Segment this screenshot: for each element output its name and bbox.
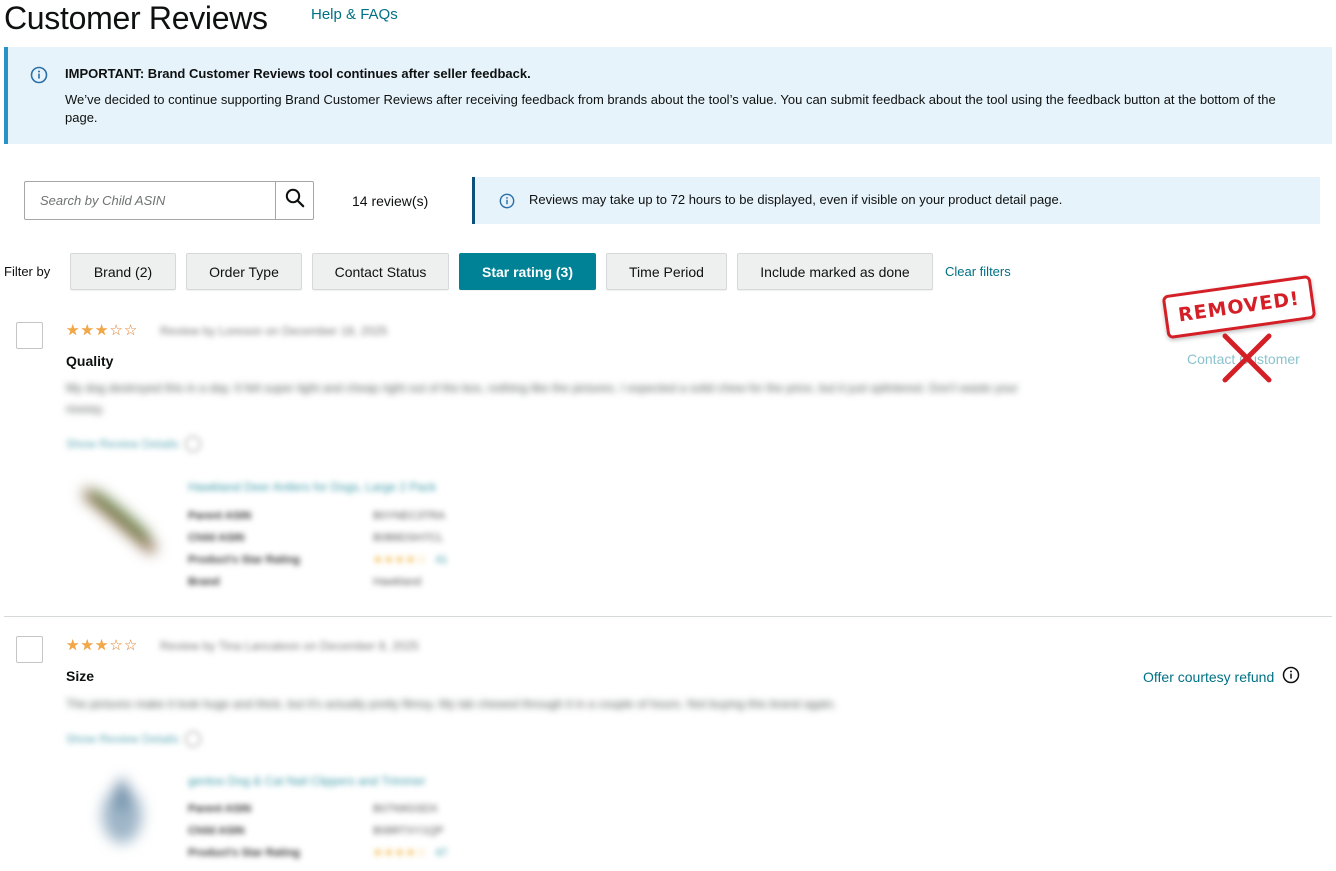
offer-courtesy-refund-label: Offer courtesy refund	[1143, 668, 1275, 685]
notice-title: IMPORTANT: Brand Customer Reviews tool c…	[65, 66, 531, 81]
star-outline-icon: ☆	[109, 322, 123, 339]
review-count: 14 review(s)	[352, 193, 429, 209]
review-select-checkbox[interactable]	[16, 636, 43, 663]
review-meta: Review by Loreson on December 18, 2025	[160, 324, 388, 338]
page-header: Customer Reviews	[4, 0, 268, 36]
review-heading: Size	[66, 668, 95, 684]
product-detail-value: Hawkland	[373, 576, 422, 588]
info-icon	[30, 66, 48, 89]
product-details: Parent ASIN B0YNEC3TRA Child ASIN B0B8DSH7…	[188, 505, 448, 593]
clear-filters-link[interactable]: Clear filters	[945, 264, 1011, 279]
info-icon	[184, 731, 201, 747]
star-outline-icon: ☆	[109, 637, 123, 654]
search-button[interactable]	[275, 182, 313, 219]
show-review-details-link[interactable]: Show Review Details	[66, 436, 201, 452]
offer-courtesy-refund-link[interactable]: Offer courtesy refund	[1143, 666, 1300, 687]
product-thumbnail	[82, 770, 162, 855]
filter-include-marked-done-button[interactable]: Include marked as done	[737, 253, 933, 290]
star-icon: ★	[94, 322, 109, 339]
review-select-checkbox[interactable]	[16, 322, 43, 349]
product-detail-key: Child ASIN	[188, 532, 245, 544]
red-cross-icon	[1219, 332, 1275, 389]
alert-text: Reviews may take up to 72 hours to be di…	[529, 192, 1063, 207]
product-detail-value: B07N9GSDX	[373, 803, 438, 815]
review-heading: Quality	[66, 353, 114, 369]
display-delay-alert: Reviews may take up to 72 hours to be di…	[472, 177, 1320, 224]
filter-star-rating-button[interactable]: Star rating (3)	[459, 253, 596, 290]
review-body: My dog destroyed this in a day. It felt …	[66, 381, 1018, 416]
filter-time-period-button[interactable]: Time Period	[606, 253, 727, 290]
product-star-rating: ★★★★☆	[373, 847, 428, 859]
star-icon: ★	[80, 637, 94, 654]
star-icon: ★	[94, 637, 109, 654]
product-detail-key: Child ASIN	[188, 825, 245, 837]
product-detail-key: Parent ASIN	[188, 510, 252, 522]
review-star-rating: ★ ★ ★ ☆ ☆	[66, 638, 137, 653]
info-icon[interactable]	[1282, 666, 1300, 687]
review-meta: Review by Tina Lancaleon on December 8, …	[160, 639, 419, 653]
product-rating-count[interactable]: 41	[435, 549, 447, 571]
show-review-details-link[interactable]: Show Review Details	[66, 731, 201, 747]
filter-contact-status-button[interactable]: Contact Status	[312, 253, 449, 290]
product-detail-key: Product's Star Rating	[188, 847, 301, 859]
star-icon: ★	[66, 322, 80, 339]
filter-brand-button[interactable]: Brand (2)	[70, 253, 176, 290]
product-thumbnail	[78, 478, 168, 563]
page-title: Customer Reviews	[4, 0, 268, 36]
removed-stamp-text: REMOVED!	[1176, 287, 1302, 327]
product-title-link[interactable]: gentoo Dog & Cat Nail Clippers and Trimm…	[188, 774, 425, 788]
search-box	[24, 181, 314, 220]
review-star-rating: ★ ★ ★ ☆ ☆	[66, 323, 137, 338]
product-detail-value: B0B8DSH7CL	[373, 532, 444, 544]
filter-label: Filter by	[4, 264, 51, 279]
product-detail-key: Product's Star Rating	[188, 554, 301, 566]
star-outline-icon: ☆	[123, 637, 138, 654]
product-rating-count[interactable]: 47	[435, 842, 447, 864]
child-asin-search-input[interactable]	[25, 182, 275, 219]
important-notice-banner: IMPORTANT: Brand Customer Reviews tool c…	[4, 47, 1332, 144]
product-detail-key: Brand	[188, 576, 220, 588]
review-body: The pictures make it look huge and thick…	[66, 697, 837, 711]
product-title-link[interactable]: Hawkland Deer Antlers for Dogs, Large 2 …	[188, 480, 436, 494]
product-detail-key: Parent ASIN	[188, 803, 252, 815]
notice-body: We’ve decided to continue supporting Bra…	[65, 92, 1276, 125]
search-icon	[285, 188, 305, 213]
filter-order-type-button[interactable]: Order Type	[186, 253, 302, 290]
product-star-rating: ★★★★☆	[373, 554, 428, 566]
help-faqs-link[interactable]: Help & FAQs	[311, 6, 398, 23]
product-details: Parent ASIN B07N9GSDX Child ASIN B08RTXY1Q…	[188, 798, 448, 864]
show-review-details-label: Show Review Details	[66, 732, 179, 746]
star-icon: ★	[80, 322, 94, 339]
info-icon	[499, 193, 515, 214]
removed-stamp: REMOVED!	[1161, 274, 1317, 340]
star-outline-icon: ☆	[123, 322, 138, 339]
star-icon: ★	[66, 637, 80, 654]
product-detail-value: B08RTXY1QP	[373, 825, 444, 837]
info-icon	[184, 436, 201, 452]
review-divider	[4, 616, 1332, 617]
product-detail-value: B0YNEC3TRA	[373, 510, 446, 522]
show-review-details-label: Show Review Details	[66, 437, 179, 451]
